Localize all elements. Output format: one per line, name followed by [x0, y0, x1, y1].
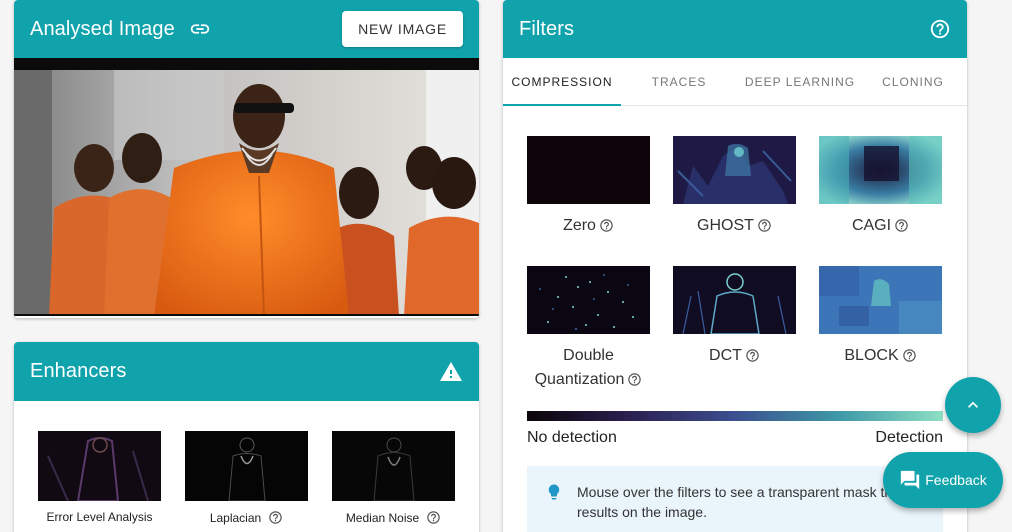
tab-deep-learning[interactable]: DEEP LEARNING	[737, 58, 863, 105]
enhancer-thumbnail	[332, 431, 455, 501]
analysed-image-title: Analysed Image	[30, 17, 175, 40]
filter-thumbnail	[673, 266, 796, 334]
enhancer-median-noise[interactable]: Median Noise	[332, 431, 455, 527]
filter-thumbnail	[527, 136, 650, 204]
filter-label: Zero	[563, 217, 596, 234]
filter-label: CAGI	[851, 217, 892, 234]
filter-label: DCT	[709, 347, 742, 364]
enhancers-title: Enhancers	[30, 360, 127, 382]
scroll-top-button[interactable]	[945, 377, 1001, 433]
analysed-image-header: Analysed Image NEW IMAGE	[14, 0, 479, 58]
help-icon[interactable]	[757, 218, 772, 233]
filter-label: Double Quantization	[534, 347, 625, 388]
help-icon[interactable]	[745, 348, 760, 363]
info-text: Mouse over the filters to see a transpar…	[577, 484, 900, 520]
detection-scale-bar	[527, 411, 943, 421]
tab-cloning[interactable]: CLONING	[863, 58, 963, 105]
filters-tabs: COMPRESSION TRACES DEEP LEARNING CLONING	[503, 58, 967, 106]
filter-thumbnail	[673, 136, 796, 204]
enhancer-label: Error Level Analysis	[46, 510, 153, 524]
filter-cagi[interactable]: CAGI	[819, 136, 942, 238]
enhancer-label: Laplacian	[209, 510, 262, 525]
enhancer-label: Median Noise	[345, 510, 420, 525]
feedback-icon	[901, 470, 920, 490]
filters-card: Filters COMPRESSION TRACES DEEP LEARNING…	[503, 0, 967, 532]
filter-thumbnail	[819, 266, 942, 334]
enhancers-card: Enhancers Error Level Analysis Laplacian	[14, 342, 479, 532]
scale-label-detection: Detection	[875, 429, 943, 446]
info-box: Mouse over the filters to see a transpar…	[527, 466, 943, 532]
enhancer-error-level-analysis[interactable]: Error Level Analysis	[38, 431, 161, 527]
filter-label: BLOCK	[844, 347, 899, 364]
feedback-label: Feedback	[925, 472, 987, 488]
enhancer-laplacian[interactable]: Laplacian	[185, 431, 308, 527]
enhancers-grid: Error Level Analysis Laplacian Median No…	[38, 431, 455, 527]
filter-block[interactable]: BLOCK	[819, 266, 942, 392]
scale-label-no-detection: No detection	[527, 429, 617, 446]
link-icon[interactable]	[189, 18, 211, 40]
help-icon[interactable]	[894, 218, 909, 233]
filter-double-quantization[interactable]: Double Quantization	[527, 266, 650, 392]
help-icon[interactable]	[902, 348, 917, 363]
filter-ghost[interactable]: GHOST	[673, 136, 796, 238]
filter-dct[interactable]: DCT	[673, 266, 796, 392]
new-image-button[interactable]: NEW IMAGE	[342, 11, 463, 47]
help-icon[interactable]	[627, 372, 642, 387]
tab-traces[interactable]: TRACES	[621, 58, 737, 105]
analysed-photo	[14, 58, 479, 316]
help-icon[interactable]	[426, 510, 441, 525]
help-icon[interactable]	[929, 18, 951, 40]
filter-label: GHOST	[697, 217, 754, 234]
active-tab-indicator	[503, 104, 621, 106]
warning-icon[interactable]	[439, 360, 463, 384]
filter-thumbnail	[819, 136, 942, 204]
filter-zero[interactable]: Zero	[527, 136, 650, 238]
filters-title: Filters	[519, 17, 575, 40]
help-icon[interactable]	[599, 218, 614, 233]
enhancers-header: Enhancers	[14, 342, 479, 401]
filters-header: Filters	[503, 0, 967, 58]
lightbulb-icon	[548, 484, 560, 500]
enhancer-thumbnail	[185, 431, 308, 501]
feedback-button[interactable]: Feedback	[883, 452, 1003, 508]
analysed-image-card: Analysed Image NEW IMAGE	[14, 0, 479, 318]
tab-compression[interactable]: COMPRESSION	[503, 58, 621, 105]
filters-grid: Zero GHOST CAGI Double Quantization DCT …	[527, 136, 942, 392]
filter-thumbnail	[527, 266, 650, 334]
enhancer-thumbnail	[38, 431, 161, 501]
help-icon[interactable]	[268, 510, 283, 525]
chevron-up-icon	[968, 401, 978, 408]
